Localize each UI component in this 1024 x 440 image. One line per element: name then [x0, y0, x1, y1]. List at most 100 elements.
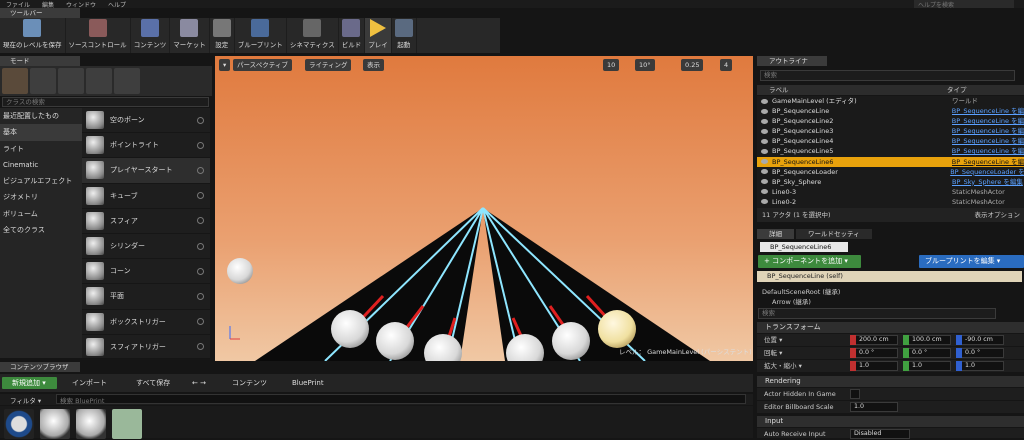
list-item[interactable]: ポイントライト	[82, 133, 210, 159]
location-z-field[interactable]: -90.0 cm	[956, 335, 1004, 345]
lit-button[interactable]: ライティング	[305, 59, 352, 71]
input-section-header[interactable]: Input	[757, 416, 1024, 427]
viewport-menu-button[interactable]: ▾	[219, 59, 231, 71]
location-y-field[interactable]: 100.0 cm	[903, 335, 951, 345]
outliner-row[interactable]: BP_Sky_Sphere BP_Sky_Sphere を編集	[757, 177, 1024, 187]
category-item[interactable]: Cinematic	[0, 157, 82, 173]
list-item[interactable]: 空のポーン	[82, 108, 210, 134]
outliner-row[interactable]: BP_SequenceLine BP_SequenceLine を編	[757, 106, 1024, 116]
visibility-eye-icon[interactable]	[761, 98, 768, 104]
outliner-row[interactable]: BP_SequenceLine4 BP_SequenceLine を編	[757, 136, 1024, 146]
path-blueprint[interactable]: BluePrint	[292, 377, 324, 389]
save-level-button[interactable]: 現在のレベルを保存	[0, 18, 66, 53]
blueprints-button[interactable]: ブループリント	[235, 18, 287, 53]
paint-mode-icon[interactable]	[30, 68, 56, 94]
outliner-tab[interactable]: アウトライナ	[757, 56, 827, 66]
toolbar-tab[interactable]: ツールバー	[0, 8, 80, 18]
view-options-button[interactable]: 表示オプション	[975, 208, 1021, 222]
scale-snap-button[interactable]: 0.25	[681, 59, 704, 71]
show-button[interactable]: 表示	[363, 59, 384, 71]
play-button[interactable]: プレイ	[365, 18, 392, 53]
place-mode-icon[interactable]	[2, 68, 28, 94]
details-search-input[interactable]: 検索	[758, 308, 996, 319]
outliner-row[interactable]: BP_SequenceLine5 BP_SequenceLine を編	[757, 146, 1024, 156]
source-control-button[interactable]: ソースコントロール	[66, 18, 131, 53]
landscape-mode-icon[interactable]	[58, 68, 84, 94]
list-item[interactable]: 平面	[82, 284, 210, 310]
tab-world-settings[interactable]: ワールドセッティ	[796, 229, 872, 239]
rotation-snap-button[interactable]: 10°	[635, 59, 655, 71]
list-item[interactable]: キューブ	[82, 184, 210, 209]
list-item[interactable]: スフィアトリガー	[82, 335, 210, 360]
category-item[interactable]: 最近配置したもの	[0, 108, 82, 124]
visibility-eye-icon[interactable]	[761, 179, 768, 185]
actor-name-field[interactable]: BP_SequenceLine6	[760, 242, 848, 252]
add-component-button[interactable]: + コンポーネントを追加 ▾	[758, 255, 861, 268]
label-column-header[interactable]: ラベル	[757, 85, 947, 95]
build-button[interactable]: ビルド	[339, 18, 366, 53]
modes-tab[interactable]: モード	[0, 56, 80, 66]
visibility-eye-icon[interactable]	[761, 148, 768, 154]
content-button[interactable]: コンテンツ	[131, 18, 171, 53]
visibility-eye-icon[interactable]	[761, 138, 768, 144]
camera-speed-button[interactable]: 4	[720, 59, 733, 71]
component-arrow-row[interactable]: Arrow (継承)	[772, 296, 811, 306]
category-item[interactable]: ライト	[0, 141, 82, 157]
add-new-button[interactable]: 新規追加 ▾	[2, 377, 57, 389]
rotation-y-field[interactable]: 0.0 °	[903, 348, 951, 358]
list-item[interactable]: スフィア	[82, 209, 210, 234]
scale-z-field[interactable]: 1.0	[956, 361, 1004, 371]
visibility-eye-icon[interactable]	[761, 189, 768, 195]
save-all-button[interactable]: すべて保存	[136, 377, 170, 389]
scale-y-field[interactable]: 1.0	[903, 361, 951, 371]
filter-button[interactable]: フィルタ ▾	[10, 395, 41, 405]
outliner-row-selected[interactable]: BP_SequenceLine6 BP_SequenceLine を編	[757, 156, 1024, 167]
import-button[interactable]: インポート	[72, 377, 107, 389]
asset-tile[interactable]	[4, 409, 34, 439]
settings-button[interactable]: 設定	[210, 18, 235, 53]
outliner-search-input[interactable]: 検索	[760, 70, 1015, 81]
geometry-mode-icon[interactable]	[114, 68, 140, 94]
list-item[interactable]: コーン	[82, 259, 210, 285]
perspective-button[interactable]: パースペクティブ	[233, 59, 292, 71]
menu-help[interactable]: ヘルプ	[102, 0, 132, 9]
visibility-eye-icon[interactable]	[761, 169, 768, 175]
scale-x-field[interactable]: 1.0	[850, 361, 898, 371]
rotation-z-field[interactable]: 0.0 °	[956, 348, 1004, 358]
list-item[interactable]: ボックストリガー	[82, 310, 210, 335]
content-browser-tab[interactable]: コンテンツブラウザ	[0, 362, 80, 372]
outliner-row[interactable]: BP_SequenceLoader BP_SequenceLoader を	[757, 167, 1024, 177]
marketplace-button[interactable]: マーケット	[170, 18, 210, 53]
visibility-eye-icon[interactable]	[761, 118, 768, 124]
asset-tile[interactable]	[40, 409, 70, 439]
category-item[interactable]: 全てのクラス	[0, 222, 82, 238]
category-item[interactable]: ビジュアルエフェクト	[0, 173, 82, 189]
visibility-eye-icon[interactable]	[761, 128, 768, 134]
outliner-row[interactable]: Line0-3 StaticMeshActor	[757, 187, 1024, 197]
billboard-scale-field[interactable]: 1.0	[850, 402, 898, 412]
category-item[interactable]: ボリューム	[0, 206, 82, 222]
category-item[interactable]: ジオメトリ	[0, 189, 82, 205]
visibility-eye-icon[interactable]	[761, 108, 768, 114]
outliner-row[interactable]: BP_SequenceLine2 BP_SequenceLine を編	[757, 116, 1024, 126]
type-column-header[interactable]: タイプ	[947, 85, 967, 95]
rotation-x-field[interactable]: 0.0 °	[850, 348, 898, 358]
hidden-in-game-checkbox[interactable]	[850, 389, 860, 399]
help-search-input[interactable]: ヘルプを検索	[914, 0, 1014, 9]
edit-blueprint-button[interactable]: ブループリントを編集 ▾	[919, 255, 1024, 268]
asset-tile[interactable]	[112, 409, 142, 439]
rendering-section-header[interactable]: Rendering	[757, 376, 1024, 387]
component-self-row[interactable]: BP_SequenceLine (self)	[757, 271, 1022, 282]
content-search-input[interactable]: 検索 BluePrint	[56, 394, 746, 405]
path-content[interactable]: コンテンツ	[232, 377, 267, 389]
visibility-eye-icon[interactable]	[761, 199, 768, 205]
tab-details[interactable]: 詳細	[757, 229, 794, 239]
class-search-input[interactable]: クラスの検索	[2, 97, 209, 107]
list-item[interactable]: プレイヤースタート	[82, 158, 210, 184]
level-viewport[interactable]: ▾ パースペクティブ ライティング 表示 10 10° 0.25 4 レベル： …	[215, 56, 753, 361]
component-root-row[interactable]: DefaultSceneRoot (継承)	[762, 286, 840, 296]
asset-tile[interactable]	[76, 409, 106, 439]
outliner-row[interactable]: GameMainLevel (エディタ) ワールド	[757, 96, 1024, 106]
cinematics-button[interactable]: シネマティクス	[287, 18, 339, 53]
outliner-row[interactable]: BP_SequenceLine3 BP_SequenceLine を編	[757, 126, 1024, 136]
